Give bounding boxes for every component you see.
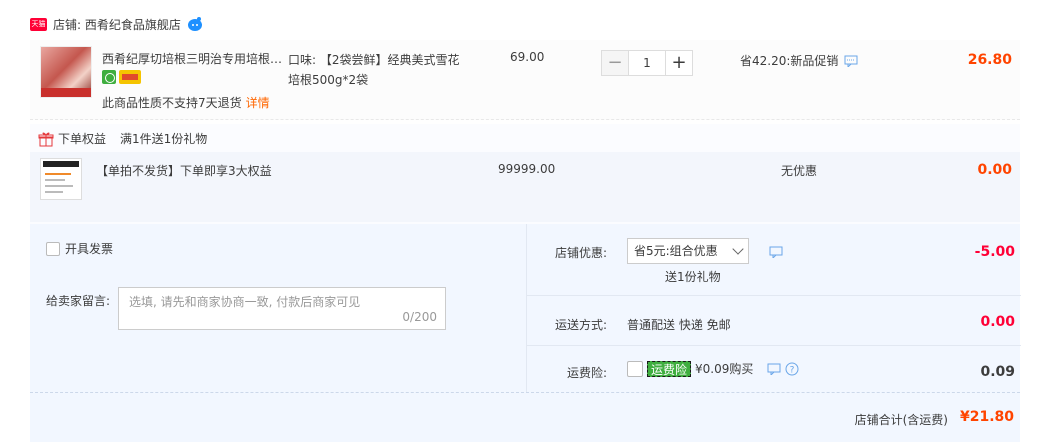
cart-item-row: 西肴纪厚切培根三明治专用培根… 此商品性质不支持7天退货 详情 口味: 【2袋尝鲜… (30, 40, 1020, 120)
service-badges (102, 70, 141, 84)
card-payment-badge-icon[interactable] (119, 70, 141, 84)
shipping-row: 运送方式: 普通配送 快递 免邮 0.00 (527, 296, 1021, 346)
product-title-link[interactable]: 西肴纪厚切培根三明治专用培根… (102, 50, 282, 67)
invoice-option[interactable]: 开具发票 (46, 240, 113, 257)
insurance-checkbox[interactable] (627, 360, 643, 377)
shop-header: 天猫 店铺: 西肴纪食品旗舰店 (30, 14, 203, 34)
insurance-row: 运费险: 运费险 ¥0.09购买 ? 0.09 (527, 346, 1021, 392)
gift-item-discount: 无优惠 (781, 164, 818, 178)
item-subtotal: 26.80 (967, 52, 1012, 68)
message-label: 给卖家留言: (46, 294, 111, 308)
gift-thumbnail[interactable] (40, 158, 82, 200)
coupon-select[interactable]: 省5元:组合优惠 (627, 238, 749, 264)
coupon-selected-value: 省5元:组合优惠 (634, 244, 718, 258)
insurance-tag: 运费险 (647, 360, 692, 377)
insurance-label: 运费险: (566, 366, 607, 380)
comment-icon[interactable] (769, 246, 783, 258)
unit-price: 69.00 (510, 50, 545, 64)
gift-section: 下单权益 满1件送1份礼物 【单拍不发货】下单即享3大权益 99999.00 无… (30, 124, 1020, 224)
insurance-price: ¥0.09购买 (695, 362, 754, 376)
quantity-input[interactable] (629, 50, 665, 76)
shop-total-row: 店铺合计(含运费) ¥21.80 (30, 392, 1020, 442)
seller-message-input[interactable] (119, 288, 445, 329)
total-value: ¥21.80 (959, 409, 1014, 425)
invoice-label: 开具发票 (65, 242, 114, 256)
gift-rule: 满1件送1份礼物 (120, 132, 208, 146)
detail-link[interactable]: 详情 (246, 96, 270, 110)
shipping-value: 0.00 (980, 314, 1015, 330)
increase-quantity-button[interactable]: + (665, 50, 693, 76)
order-summary: 店铺优惠: 省5元:组合优惠 送1份礼物 -5.00 运送方式: 普通配送 快递… (526, 224, 1021, 392)
gift-item-name[interactable]: 【单拍不发货】下单即享3大权益 (96, 162, 272, 179)
total-label: 店铺合计(含运费) (854, 413, 948, 427)
gift-title: 下单权益 (58, 132, 107, 146)
insurance-option: 运费险 ¥0.09购买 ? (627, 360, 799, 377)
help-icon[interactable]: ? (785, 362, 799, 376)
product-spec: 口味: 【2袋尝鲜】经典美式雪花培根500g*2袋 (288, 53, 460, 87)
wangwang-chat-icon[interactable] (187, 16, 203, 32)
comment-icon[interactable] (844, 55, 858, 67)
quantity-stepper: − + (601, 50, 693, 76)
promotion-info: 省42.20:新品促销 (740, 52, 858, 69)
promotion-text: 省42.20:新品促销 (740, 54, 839, 68)
gift-item-row: 【单拍不发货】下单即享3大权益 99999.00 无优惠 0.00 (30, 152, 1020, 222)
invoice-checkbox[interactable] (46, 241, 60, 256)
svg-text:?: ? (790, 365, 795, 375)
gift-icon (38, 131, 54, 146)
chevron-down-icon (732, 243, 744, 255)
insurance-value: 0.09 (980, 364, 1015, 380)
gift-header: 下单权益 满1件送1份礼物 (38, 130, 207, 147)
no-return-text: 此商品性质不支持7天退货 (102, 96, 242, 110)
coupon-value: -5.00 (974, 244, 1015, 260)
shipping-label: 运送方式: (554, 318, 607, 332)
order-options-panel: 开具发票 给卖家留言: 0/200 店铺优惠: 省5元:组合优惠 送1份礼物 -… (30, 224, 1021, 392)
shipping-method: 普通配送 快递 免邮 (627, 318, 731, 332)
coupon-gift-note: 送1份礼物 (665, 270, 721, 284)
shop-name-link[interactable]: 店铺: 西肴纪食品旗舰店 (53, 16, 181, 33)
coupon-label: 店铺优惠: (554, 246, 607, 260)
service-badge-icon[interactable] (102, 70, 116, 84)
product-thumbnail[interactable] (40, 46, 92, 98)
message-box: 0/200 (118, 287, 446, 330)
tmall-badge: 天猫 (30, 17, 47, 31)
comment-icon[interactable] (767, 363, 781, 375)
message-char-count: 0/200 (402, 310, 437, 324)
decrease-quantity-button[interactable]: − (601, 50, 629, 76)
no-return-notice: 此商品性质不支持7天退货 详情 (102, 94, 270, 111)
gift-item-price: 99999.00 (498, 162, 556, 176)
coupon-row: 店铺优惠: 省5元:组合优惠 送1份礼物 -5.00 (527, 224, 1021, 296)
gift-item-subtotal: 0.00 (977, 162, 1012, 178)
